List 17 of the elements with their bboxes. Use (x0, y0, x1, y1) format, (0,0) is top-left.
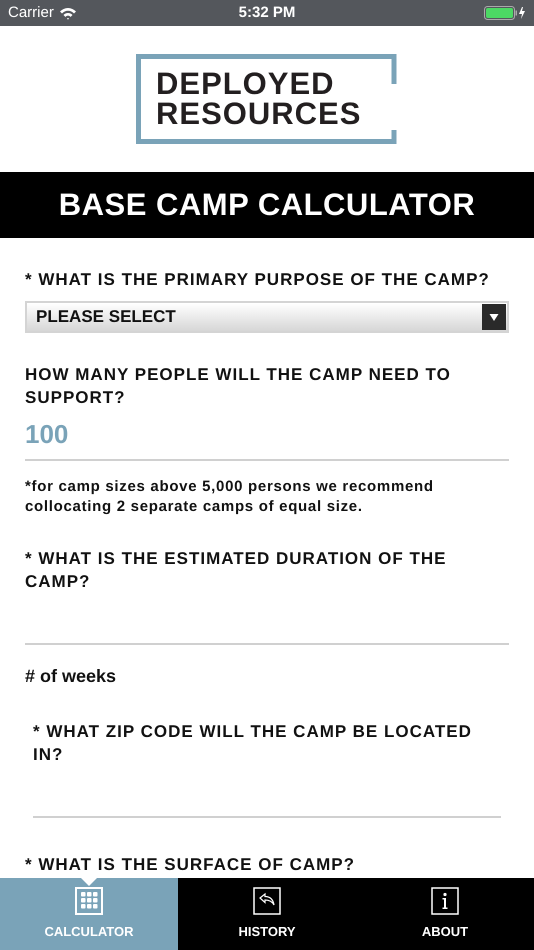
keypad-icon (75, 886, 103, 915)
question-label: * WHAT IS THE PRIMARY PURPOSE OF THE CAMP? (25, 269, 491, 291)
logo: DEPLOYED RESOURCES (136, 54, 398, 144)
battery-icon (484, 6, 526, 20)
pointer-icon (81, 878, 97, 886)
wifi-icon (58, 6, 77, 20)
clock-time: 5:32 PM (238, 2, 296, 23)
carrier-label: Carrier (8, 2, 54, 23)
note-text: *for camp sizes above 5,000 persons we recommend collocating 2 separate camps of equal size. (25, 477, 435, 517)
question-label: * WHAT ZIP CODE WILL THE CAMP BE LOCATED IN? (33, 721, 473, 766)
question-label: HOW MANY PEOPLE WILL THE CAMP NEED TO SUPPORT? (25, 364, 452, 409)
title-banner: BASE CAMP CALCULATOR (0, 172, 534, 238)
question-label: * WHAT IS THE ESTIMATED DURATION OF THE CAMP? (25, 548, 448, 593)
purpose-select[interactable]: PLEASE SELECT (25, 301, 509, 333)
question-label: * WHAT IS THE SURFACE OF CAMP? (25, 854, 356, 876)
info-icon (431, 886, 459, 915)
unit-label: # of weeks (25, 665, 118, 688)
